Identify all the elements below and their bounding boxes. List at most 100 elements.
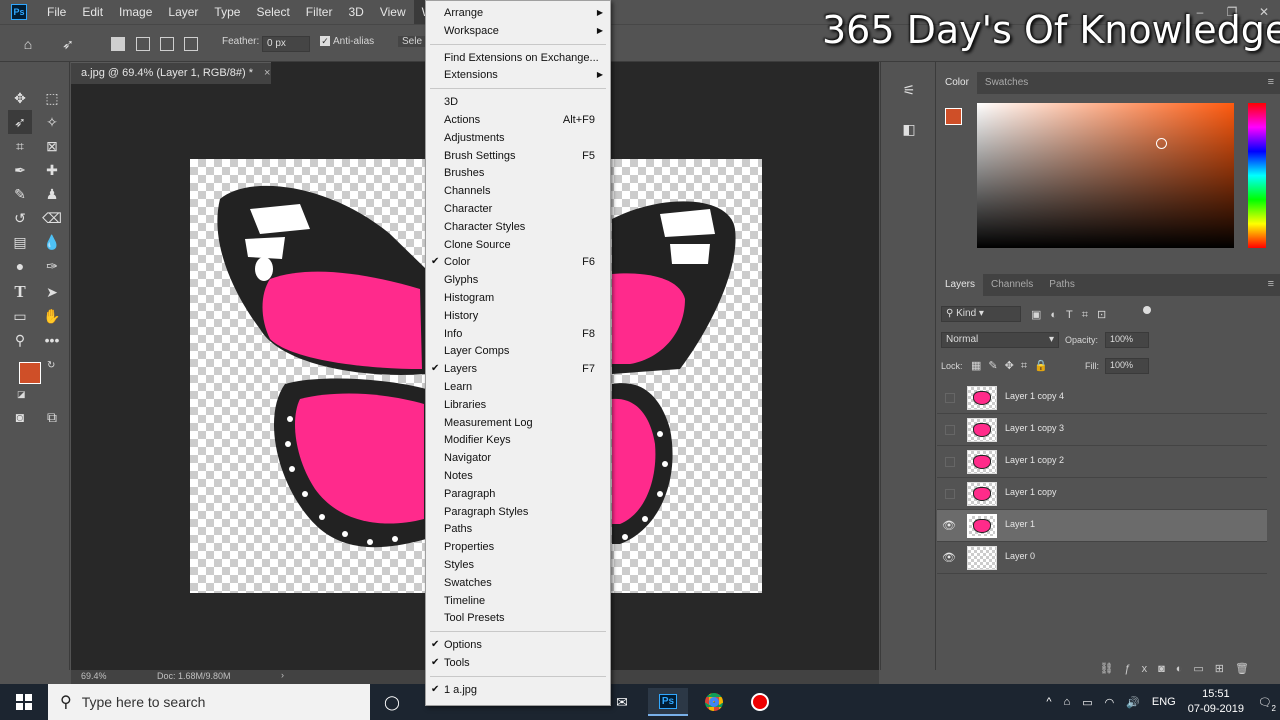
network-icon[interactable]: ⌂	[1064, 696, 1071, 708]
menu-filter[interactable]: Filter	[298, 0, 341, 24]
layer-row[interactable]: Layer 1 copy	[937, 478, 1267, 510]
gradient-tool-icon[interactable]: ▤	[8, 230, 32, 254]
menu-item-learn[interactable]: Learn	[426, 378, 610, 396]
hand-tool-icon[interactable]: ✋	[40, 304, 64, 328]
healing-brush-icon[interactable]: ✚	[40, 158, 64, 182]
menu-layer[interactable]: Layer	[160, 0, 206, 24]
layer-row[interactable]: 👁 Layer 1	[937, 510, 1267, 542]
panel-menu-icon[interactable]: ≡	[1268, 76, 1274, 88]
quick-mask-icon[interactable]: ◙	[8, 405, 32, 429]
menu-item-arrange[interactable]: Arrange ▶	[426, 4, 610, 22]
menu-3d[interactable]: 3D	[340, 0, 371, 24]
history-brush-icon[interactable]: ↺	[8, 206, 32, 230]
menu-edit[interactable]: Edit	[74, 0, 111, 24]
lasso-tool-preset-icon[interactable]: ➶	[56, 32, 80, 56]
filter-type-icons[interactable]: ▣◐T⌗⊡	[1031, 308, 1115, 322]
photoshop-taskbar-icon[interactable]: Ps	[648, 688, 688, 716]
zoom-level[interactable]: 69.4%	[81, 671, 107, 681]
subtract-selection-icon[interactable]	[160, 37, 174, 51]
magic-wand-icon[interactable]: ✧	[40, 110, 64, 134]
cortana-icon[interactable]: ◯	[372, 688, 412, 716]
menu-item-layers[interactable]: ✔ Layers F7	[426, 360, 610, 378]
menu-item-layer-comps[interactable]: Layer Comps	[426, 342, 610, 360]
menu-item-channels[interactable]: Channels	[426, 182, 610, 200]
menu-image[interactable]: Image	[111, 0, 160, 24]
menu-item-options[interactable]: ✔ Options	[426, 636, 610, 654]
filter-toggle-icon[interactable]	[1143, 306, 1151, 314]
battery-icon[interactable]: ▭	[1082, 696, 1092, 709]
visibility-eye-icon[interactable]	[945, 393, 955, 403]
properties-panel-icon[interactable]: ⚟	[897, 78, 921, 102]
language-indicator[interactable]: ENG	[1152, 696, 1176, 708]
lasso-tool-icon[interactable]: ➶	[8, 110, 32, 134]
filter-kind-select[interactable]: ⚲ Kind ▾	[941, 306, 1021, 322]
menu-item-paragraph[interactable]: Paragraph	[426, 485, 610, 503]
taskbar-search-box[interactable]: ⚲ Type here to search	[48, 684, 370, 720]
menu-item-3d[interactable]: 3D	[426, 93, 610, 111]
menu-item-character-styles[interactable]: Character Styles	[426, 218, 610, 236]
menu-item-color[interactable]: ✔ Color F6	[426, 253, 610, 271]
menu-item-extensions[interactable]: Extensions ▶	[426, 66, 610, 84]
notifications-icon[interactable]: 🗨 2	[1258, 696, 1276, 713]
stamp-tool-icon[interactable]: ♟	[40, 182, 64, 206]
feather-input[interactable]: 0 px	[262, 36, 310, 52]
show-hidden-icons-icon[interactable]: ^	[1046, 696, 1051, 708]
menu-item-styles[interactable]: Styles	[426, 556, 610, 574]
record-icon[interactable]	[740, 688, 780, 716]
lock-icons[interactable]: ▦✎✥⌗🔒	[971, 359, 1055, 373]
hue-slider[interactable]	[1248, 103, 1266, 248]
menu-item-info[interactable]: Info F8	[426, 325, 610, 343]
more-tools-icon[interactable]: •••	[40, 328, 64, 352]
clock[interactable]: 15:51 07-09-2019	[1188, 687, 1244, 717]
color-picker-ring[interactable]	[1156, 138, 1167, 149]
menu-item-brushes[interactable]: Brushes	[426, 164, 610, 182]
menu-item-tools[interactable]: ✔ Tools	[426, 654, 610, 672]
swap-colors-icon[interactable]: ↻	[47, 360, 55, 371]
layer-row[interactable]: Layer 1 copy 3	[937, 414, 1267, 446]
pen-tool-icon[interactable]: ✑	[40, 254, 64, 278]
frame-tool-icon[interactable]: ⊠	[40, 134, 64, 158]
menu-item-timeline[interactable]: Timeline	[426, 592, 610, 610]
fill-input[interactable]: 100%	[1105, 358, 1149, 374]
menu-item-brush-settings[interactable]: Brush Settings F5	[426, 147, 610, 165]
layer-row[interactable]: Layer 1 copy 2	[937, 446, 1267, 478]
windows-start-icon[interactable]	[0, 684, 48, 720]
menu-item-clone-source[interactable]: Clone Source	[426, 236, 610, 254]
menu-item-glyphs[interactable]: Glyphs	[426, 271, 610, 289]
menu-select[interactable]: Select	[248, 0, 297, 24]
visibility-eye-icon[interactable]: 👁	[942, 551, 956, 565]
menu-view[interactable]: View	[372, 0, 414, 24]
type-tool-icon[interactable]: T	[8, 280, 32, 304]
intersect-selection-icon[interactable]	[184, 37, 198, 51]
tab-paths[interactable]: Paths	[1041, 274, 1083, 296]
menu-item-paths[interactable]: Paths	[426, 520, 610, 538]
menu-item-1-a-jpg[interactable]: ✔ 1 a.jpg	[426, 681, 610, 699]
layer-row[interactable]: Layer 1 copy 4	[937, 382, 1267, 414]
color-panel-foreground-swatch[interactable]	[945, 108, 962, 125]
adjustments-panel-icon[interactable]: ◧	[897, 117, 921, 141]
menu-item-histogram[interactable]: Histogram	[426, 289, 610, 307]
eraser-icon[interactable]: ⌫	[40, 206, 64, 230]
visibility-eye-icon[interactable]: 👁	[942, 519, 956, 533]
chrome-icon[interactable]	[694, 688, 734, 716]
menu-item-workspace[interactable]: Workspace ▶	[426, 22, 610, 40]
menu-item-modifier-keys[interactable]: Modifier Keys	[426, 431, 610, 449]
color-spectrum[interactable]	[977, 103, 1234, 248]
dodge-tool-icon[interactable]: ●	[8, 254, 32, 278]
layers-footer-icons[interactable]: ⛓ƒx◙◐▭⊞🗑	[937, 662, 1280, 680]
menu-item-find-extensions-on-exchange[interactable]: Find Extensions on Exchange...	[426, 49, 610, 67]
menu-item-history[interactable]: History	[426, 307, 610, 325]
screen-mode-icon[interactable]: ⧉	[40, 405, 64, 429]
menu-item-navigator[interactable]: Navigator	[426, 449, 610, 467]
move-tool-icon[interactable]: ✥	[8, 86, 32, 110]
eyedropper-icon[interactable]: ✒	[8, 158, 32, 182]
menu-item-character[interactable]: Character	[426, 200, 610, 218]
menu-item-swatches[interactable]: Swatches	[426, 574, 610, 592]
menu-item-measurement-log[interactable]: Measurement Log	[426, 414, 610, 432]
doc-size[interactable]: Doc: 1.68M/9.80M	[157, 671, 231, 681]
document-tab[interactable]: a.jpg @ 69.4% (Layer 1, RGB/8#) * ×	[71, 62, 271, 84]
tab-swatches[interactable]: Swatches	[977, 72, 1036, 94]
brush-tool-icon[interactable]: ✎	[8, 182, 32, 206]
close-tab-icon[interactable]: ×	[264, 67, 270, 79]
menu-item-properties[interactable]: Properties	[426, 538, 610, 556]
